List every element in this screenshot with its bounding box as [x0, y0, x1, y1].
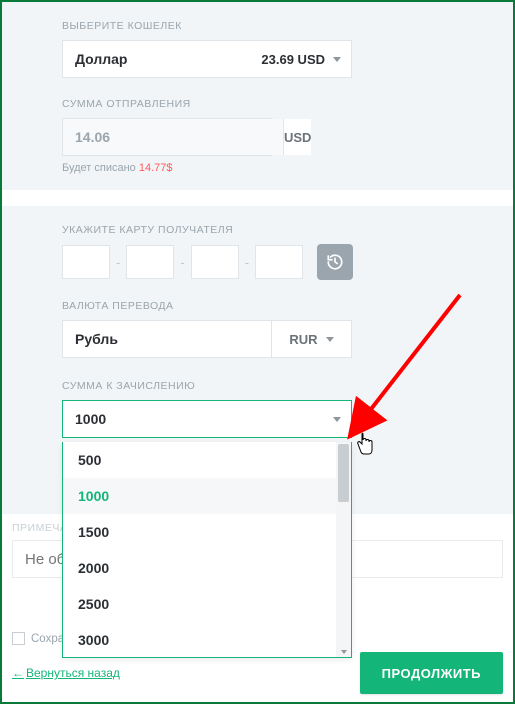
credit-amount-select[interactable]: 1000: [62, 400, 352, 438]
card-history-button[interactable]: [317, 244, 353, 280]
credit-amount-dropdown[interactable]: 50010001500200025003000: [62, 442, 352, 658]
chevron-down-icon: [333, 417, 341, 422]
transfer-currency-code: RUR: [289, 332, 317, 347]
send-amount-input[interactable]: [63, 119, 283, 155]
wallet-label: ВЫБЕРИТЕ КОШЕЛЕК: [62, 20, 453, 32]
transfer-currency-label: ВАЛЮТА ПЕРЕВОДА: [62, 300, 453, 312]
transfer-currency-select[interactable]: Рубль RUR: [62, 320, 352, 358]
continue-button[interactable]: ПРОДОЛЖИТЬ: [360, 652, 503, 694]
card-part-1[interactable]: [62, 245, 110, 279]
transfer-currency-name: Рубль: [63, 321, 271, 357]
recipient-card-label: УКАЖИТЕ КАРТУ ПОЛУЧАТЕЛЯ: [62, 224, 453, 236]
credit-option[interactable]: 500: [63, 442, 351, 478]
dash-icon: -: [245, 255, 249, 270]
wallet-select[interactable]: Доллар 23.69 USD: [62, 40, 352, 78]
dash-icon: -: [180, 255, 184, 270]
back-link[interactable]: ←Вернуться назад: [12, 666, 120, 680]
chevron-down-icon: [333, 57, 341, 62]
card-part-2[interactable]: [126, 245, 174, 279]
save-template-label: Сохра: [31, 633, 64, 645]
scroll-down-icon[interactable]: [341, 650, 347, 654]
credit-option[interactable]: 3000: [63, 622, 351, 657]
credit-option[interactable]: 2000: [63, 550, 351, 586]
credit-option[interactable]: 1500: [63, 514, 351, 550]
save-template-checkbox[interactable]: [12, 632, 25, 645]
credit-option[interactable]: 2500: [63, 586, 351, 622]
dash-icon: -: [116, 255, 120, 270]
send-amount-label: СУММА ОТПРАВЛЕНИЯ: [62, 98, 453, 110]
history-icon: [326, 253, 344, 271]
send-debit-hint: Будет списано 14.77$: [62, 162, 453, 174]
card-part-3[interactable]: [191, 245, 239, 279]
credit-option[interactable]: 1000: [63, 478, 351, 514]
scrollbar[interactable]: [336, 442, 351, 657]
card-part-4[interactable]: [255, 245, 303, 279]
arrow-left-icon: ←: [12, 666, 24, 680]
credit-amount-value: 1000: [75, 411, 106, 427]
chevron-down-icon: [326, 337, 334, 342]
wallet-name: Доллар: [75, 51, 127, 67]
scrollbar-thumb[interactable]: [338, 444, 349, 502]
send-amount-field[interactable]: USD: [62, 118, 272, 156]
credit-amount-label: СУММА К ЗАЧИСЛЕНИЮ: [62, 380, 453, 392]
wallet-balance: 23.69 USD: [261, 52, 325, 67]
send-amount-currency: USD: [283, 119, 311, 155]
